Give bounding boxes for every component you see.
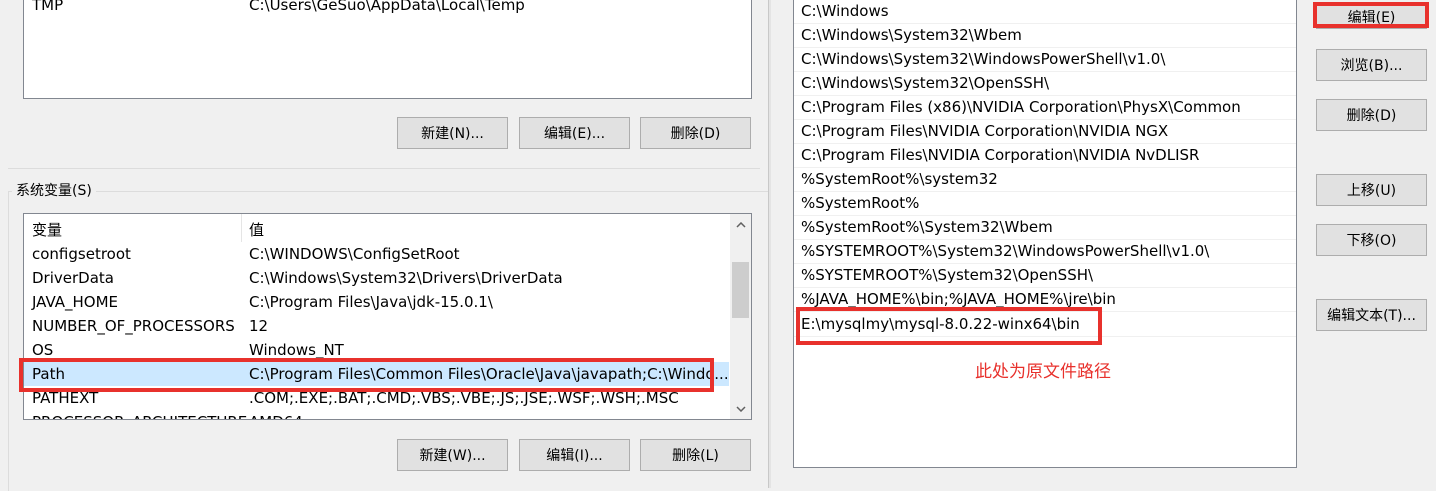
table-row[interactable]: configsetroot C:\WINDOWS\ConfigSetRoot	[24, 242, 729, 266]
var-value: C:\Windows\System32\Drivers\DriverData	[249, 269, 563, 287]
user-new-button[interactable]: 新建(N)...	[397, 117, 508, 149]
var-value: AMD64	[249, 410, 727, 419]
move-down-button[interactable]: 下移(O)	[1316, 224, 1427, 256]
path-entry[interactable]: C:\Windows	[794, 0, 1296, 24]
section-divider	[8, 168, 760, 169]
system-vars-label: 系统变量(S)	[12, 182, 96, 200]
path-entry[interactable]: C:\Program Files (x86)\NVIDIA Corporatio…	[794, 95, 1296, 120]
path-entry[interactable]: %SystemRoot%	[794, 191, 1296, 216]
table-row[interactable]: DriverData C:\Windows\System32\Drivers\D…	[24, 266, 729, 290]
system-delete-button[interactable]: 删除(L)	[640, 439, 751, 471]
path-entry[interactable]: C:\Windows\System32\OpenSSH\	[794, 71, 1296, 96]
var-name: configsetroot	[32, 245, 131, 263]
edit-path-dialog: C:\Windows C:\Windows\System32\Wbem C:\W…	[771, 0, 1436, 488]
path-row-highlight	[19, 358, 714, 392]
user-edit-button[interactable]: 编辑(E)...	[519, 117, 630, 149]
path-entry[interactable]: C:\Program Files\NVIDIA Corporation\NVID…	[794, 119, 1296, 144]
user-vars-list[interactable]: TMP C:\Users\GeSuo\AppData\Local\Temp	[23, 0, 752, 99]
table-row[interactable]: TMP C:\Users\GeSuo\AppData\Local\Temp	[24, 0, 751, 17]
var-name: PROCESSOR_ARCHITECTURE	[32, 410, 247, 419]
move-up-button[interactable]: 上移(U)	[1316, 174, 1427, 206]
var-value: C:\Program Files\Java\jdk-15.0.1\	[249, 293, 493, 311]
var-name: NUMBER_OF_PROCESSORS	[32, 317, 235, 335]
path-entry[interactable]: %SystemRoot%\System32\Wbem	[794, 215, 1296, 240]
var-value: C:\WINDOWS\ConfigSetRoot	[249, 245, 460, 263]
path-entry[interactable]: C:\Windows\System32\Wbem	[794, 23, 1296, 48]
path-entry[interactable]: C:\Program Files\NVIDIA Corporation\NVID…	[794, 143, 1296, 168]
env-vars-dialog: TMP C:\Users\GeSuo\AppData\Local\Temp 新建…	[0, 0, 768, 491]
path-entry[interactable]: %SYSTEMROOT%\System32\OpenSSH\	[794, 263, 1296, 288]
new-entry-highlight	[796, 307, 1102, 345]
edit-text-button[interactable]: 编辑文本(T)...	[1316, 299, 1427, 331]
chevron-up-icon[interactable]	[732, 216, 749, 233]
var-name: JAVA_HOME	[32, 293, 119, 311]
edit-button-highlight	[1313, 2, 1429, 28]
var-name: TMP	[32, 0, 64, 14]
table-row[interactable]: NUMBER_OF_PROCESSORS 12	[24, 314, 729, 338]
list-header: 变量 值	[24, 214, 730, 242]
column-separator	[241, 214, 242, 242]
path-entry[interactable]: %SystemRoot%\system32	[794, 167, 1296, 192]
path-entries-list[interactable]: C:\Windows C:\Windows\System32\Wbem C:\W…	[793, 0, 1297, 468]
annotation-text: 此处为原文件路径	[975, 362, 1111, 382]
table-row[interactable]: JAVA_HOME C:\Program Files\Java\jdk-15.0…	[24, 290, 729, 314]
system-new-button[interactable]: 新建(W)...	[397, 439, 508, 471]
chevron-down-icon[interactable]	[732, 400, 749, 417]
system-edit-button[interactable]: 编辑(I)...	[519, 439, 630, 471]
var-value: 12	[249, 317, 269, 335]
var-name: DriverData	[32, 269, 114, 287]
var-value: C:\Users\GeSuo\AppData\Local\Temp	[249, 0, 525, 14]
column-header-name[interactable]: 变量	[32, 219, 62, 240]
column-header-value[interactable]: 值	[249, 219, 264, 240]
browse-button[interactable]: 浏览(B)...	[1316, 49, 1427, 81]
table-row[interactable]: PROCESSOR_ARCHITECTURE AMD64	[24, 410, 729, 419]
vertical-scrollbar[interactable]	[730, 214, 751, 419]
path-entry[interactable]: %SYSTEMROOT%\System32\WindowsPowerShell\…	[794, 239, 1296, 264]
path-entry[interactable]: C:\Windows\System32\WindowsPowerShell\v1…	[794, 47, 1296, 72]
scrollbar-thumb[interactable]	[732, 262, 749, 318]
delete-button[interactable]: 删除(D)	[1316, 99, 1427, 131]
user-delete-button[interactable]: 删除(D)	[640, 117, 751, 149]
